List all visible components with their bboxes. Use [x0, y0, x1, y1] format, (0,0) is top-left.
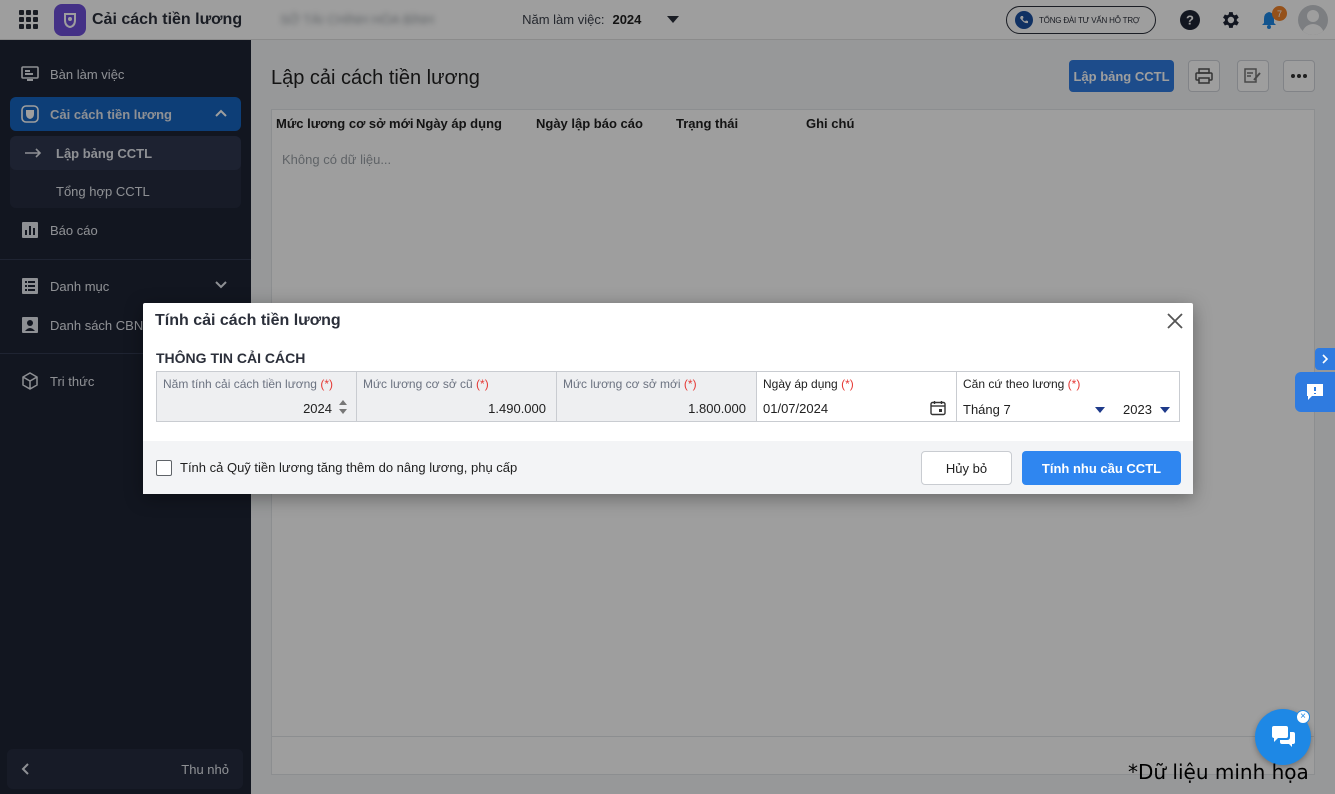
field-label-text: Mức lương cơ sở cũ — [363, 377, 473, 391]
field-label-text: Năm tính cải cách tiền lương — [163, 377, 317, 391]
apply-date-field[interactable]: Ngày áp dụng (*) 01/07/2024 — [757, 372, 957, 421]
new-base-salary-field[interactable]: Mức lương cơ sở mới (*) 1.800.000 — [557, 372, 757, 421]
expand-panel-button[interactable] — [1315, 348, 1335, 370]
watermark: *Dữ liệu minh họa — [1128, 760, 1309, 784]
chevron-down-icon[interactable] — [1160, 407, 1170, 413]
include-raise-fund-label[interactable]: Tính cả Quỹ tiền lương tăng thêm do nâng… — [180, 460, 517, 475]
field-label-text: Ngày áp dụng — [763, 377, 838, 391]
chevron-right-icon — [1322, 354, 1328, 364]
feedback-button[interactable] — [1295, 372, 1335, 412]
include-raise-fund-checkbox[interactable] — [156, 460, 172, 476]
month-select[interactable]: Tháng 7 — [963, 402, 1011, 417]
new-base-salary-value: 1.800.000 — [688, 401, 746, 416]
salary-reform-dialog: Tính cải cách tiền lương THÔNG TIN CẢI C… — [143, 303, 1193, 494]
field-label: Mức lương cơ sở mới (*) — [563, 377, 697, 391]
cancel-button[interactable]: Hủy bỏ — [921, 451, 1012, 485]
dialog-title: Tính cải cách tiền lương — [155, 312, 341, 329]
old-base-salary-value: 1.490.000 — [488, 401, 546, 416]
required-mark: (*) — [320, 377, 333, 391]
chat-icon — [1272, 726, 1295, 747]
close-icon[interactable] — [1165, 311, 1185, 331]
section-title: THÔNG TIN CẢI CÁCH — [156, 350, 306, 366]
feedback-icon — [1307, 384, 1323, 400]
calendar-icon[interactable] — [930, 400, 946, 416]
old-base-salary-field[interactable]: Mức lương cơ sở cũ (*) 1.490.000 — [357, 372, 557, 421]
reform-year-value: 2024 — [303, 401, 332, 416]
close-icon[interactable]: × — [1296, 710, 1310, 724]
year-select[interactable]: 2023 — [1123, 402, 1152, 417]
required-mark: (*) — [1067, 377, 1081, 391]
reform-fields-row: Năm tính cải cách tiền lương (*) 2024 Mứ… — [156, 371, 1180, 422]
required-mark: (*) — [841, 377, 854, 391]
required-mark: (*) — [683, 377, 697, 391]
chevron-down-icon[interactable] — [1095, 407, 1105, 413]
field-label-text: Căn cứ theo lương — [963, 377, 1065, 391]
field-label: Năm tính cải cách tiền lương (*) — [163, 377, 333, 391]
field-label: Căn cứ theo lương (*) — [963, 377, 1080, 391]
required-mark: (*) — [476, 377, 489, 391]
based-on-salary-field[interactable]: Căn cứ theo lương (*) Tháng 7 2023 — [957, 372, 1179, 421]
field-label: Ngày áp dụng (*) — [763, 377, 854, 391]
dialog-footer: Tính cả Quỹ tiền lương tăng thêm do nâng… — [143, 441, 1193, 494]
apply-date-value: 01/07/2024 — [763, 401, 829, 416]
calculate-button[interactable]: Tính nhu cầu CCTL — [1022, 451, 1181, 485]
field-label: Mức lương cơ sở cũ (*) — [363, 377, 489, 391]
reform-year-field[interactable]: Năm tính cải cách tiền lương (*) 2024 — [157, 372, 357, 421]
spinner-icon[interactable] — [338, 398, 348, 416]
field-label-text: Mức lương cơ sở mới — [563, 377, 681, 391]
